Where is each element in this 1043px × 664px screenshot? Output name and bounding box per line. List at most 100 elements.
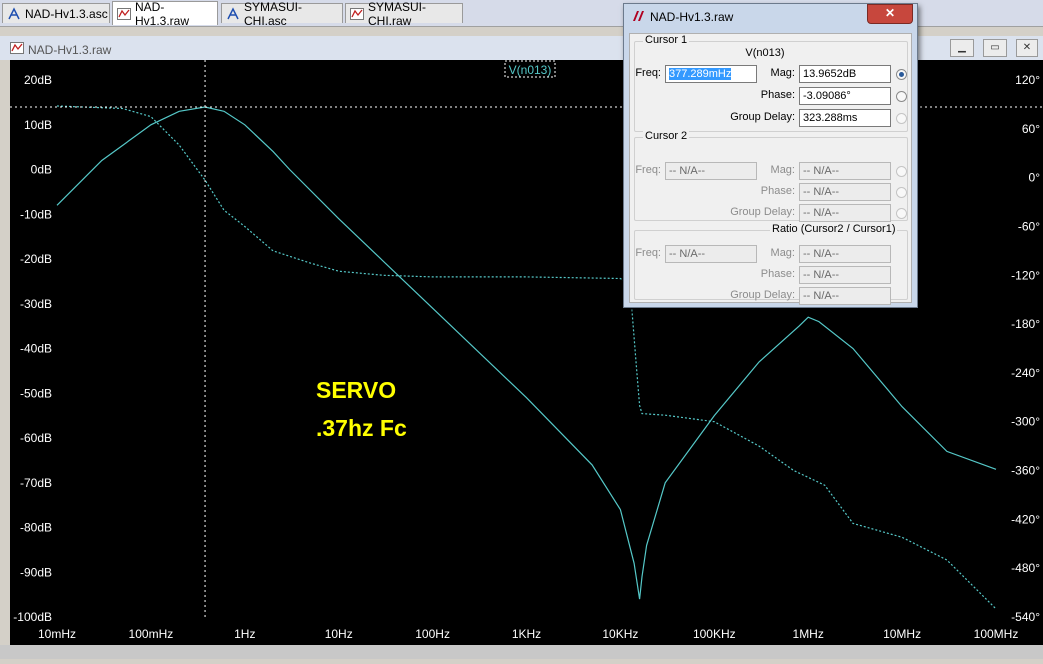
cursor2-freq-field: -- N/A-- [665,162,757,180]
cursor-dialog: NAD-Hv1.3.raw ✕ Cursor 1 V(n013) Freq: 3… [623,3,918,308]
ratio-mag-field: -- N/A-- [799,245,891,263]
window-title-text: NAD-Hv1.3.raw [28,42,112,57]
waveform-icon [117,7,131,21]
y-tick-label-left: -70dB [20,476,52,490]
freq-label: Freq: [635,164,661,176]
y-tick-label-left: -60dB [20,431,52,445]
x-tick-label: 10mHz [38,627,76,641]
ratio-phase-field: -- N/A-- [799,266,891,284]
close-window-button[interactable]: ✕ [1016,39,1038,57]
y-tick-label-right: 60° [1022,122,1040,136]
waveform-icon [350,7,364,21]
cursor2-group: Cursor 2 Freq: -- N/A-- Mag: -- N/A-- Ph… [634,130,908,222]
y-tick-label-right: -240° [1011,366,1040,380]
cursor2-mag-value: -- N/A-- [803,165,840,177]
cursor2-phase-value: -- N/A-- [803,186,840,198]
minimize-icon: ▁ [958,42,966,53]
tab-nad-raw[interactable]: NAD-Hv1.3.raw [112,0,218,28]
restore-button[interactable]: ▭ [983,39,1007,57]
cursor1-phase-radio[interactable] [896,91,907,102]
cursor2-phase-field: -- N/A-- [799,183,891,201]
ratio-group: Ratio (Cursor2 / Cursor1) Freq: -- N/A--… [634,223,908,305]
y-tick-label-right: -420° [1011,512,1040,526]
ratio-phase-value: -- N/A-- [803,269,840,281]
y-tick-label-left: -40dB [20,342,52,356]
cursor1-mag-field[interactable]: 13.9652dB [799,65,891,83]
cursor1-mag-radio[interactable] [896,69,907,80]
trace-label[interactable]: V(n013) [509,63,552,77]
ratio-gd-field: -- N/A-- [799,287,891,305]
cursor2-gd-value: -- N/A-- [803,207,840,219]
close-icon: ✕ [1022,42,1032,53]
cursor1-freq-field[interactable]: 377.289mHz [665,65,757,83]
cursor1-caption: Cursor 1 [643,34,690,46]
mag-label: Mag: [770,247,795,259]
tab-label: NAD-Hv1.3.asc [25,6,108,21]
freq-label: Freq: [635,247,661,259]
mag-label: Mag: [770,164,795,176]
y-tick-label-left: -80dB [20,521,52,535]
group-delay-label: Group Delay: [730,206,795,218]
x-tick-label: 10KHz [602,627,638,641]
y-tick-label-right: -300° [1011,415,1040,429]
annotation-fc: .37hz Fc [316,415,407,441]
y-tick-label-right: -360° [1011,464,1040,478]
cursor2-freq-value: -- N/A-- [669,165,706,177]
freq-label: Freq: [635,67,661,79]
x-tick-label: 1KHz [512,627,541,641]
annotation-servo: SERVO [316,377,396,403]
ratio-freq-field: -- N/A-- [665,245,757,263]
cursor2-mag-radio [896,166,907,177]
y-tick-label-right: 120° [1015,73,1040,87]
cursor2-gd-radio [896,208,907,219]
dialog-body: Cursor 1 V(n013) Freq: 377.289mHz Mag: 1… [629,33,912,305]
y-tick-label-left: 20dB [24,73,52,87]
x-tick-label: 10Hz [325,627,353,641]
y-tick-label-right: -540° [1011,610,1040,624]
cursor1-gd-radio[interactable] [896,113,907,124]
minimize-button[interactable]: ▁ [950,39,974,57]
tab-nad-asc[interactable]: NAD-Hv1.3.asc [2,3,110,23]
phase-label: Phase: [760,89,795,101]
schematic-icon [226,6,240,21]
phase-label: Phase: [760,185,795,197]
cursor2-caption: Cursor 2 [643,130,690,142]
x-tick-label: 1Hz [234,627,255,641]
y-tick-label-left: -50dB [20,386,52,400]
y-tick-label-left: 10dB [24,118,52,132]
x-tick-label: 100mHz [129,627,174,641]
y-tick-label-right: 0° [1029,171,1041,185]
ratio-caption: Ratio (Cursor2 / Cursor1) [770,223,898,235]
cursor2-mag-field: -- N/A-- [799,162,891,180]
mag-label: Mag: [770,67,795,79]
y-tick-label-left: 0dB [31,163,52,177]
x-tick-label: 100MHz [974,627,1019,641]
tab-symasui-asc[interactable]: SYMASUI-CHI.asc [221,0,343,28]
y-tick-label-right: -180° [1011,317,1040,331]
group-delay-label: Group Delay: [730,289,795,301]
y-tick-label-left: -20dB [20,252,52,266]
dialog-titlebar[interactable]: NAD-Hv1.3.raw ✕ [624,4,917,30]
restore-icon: ▭ [990,42,1000,53]
phase-label: Phase: [760,268,795,280]
y-tick-label-left: -90dB [20,565,52,579]
waveform-icon [10,41,24,58]
y-tick-label-left: -30dB [20,297,52,311]
tab-label: SYMASUI-CHI.asc [244,0,303,28]
group-delay-label: Group Delay: [730,111,795,123]
cursor1-gd-field[interactable]: 323.288ms [799,109,891,127]
x-tick-label: 10MHz [883,627,921,641]
cursor1-phase-field[interactable]: -3.09086° [799,87,891,105]
cursor2-gd-field: -- N/A-- [799,204,891,222]
schematic-icon [7,6,21,21]
ratio-gd-value: -- N/A-- [803,290,840,302]
cursor1-freq-value: 377.289mHz [669,68,732,80]
cursor2-phase-radio [896,187,907,198]
close-icon: ✕ [884,6,896,20]
y-tick-label-right: -120° [1011,268,1040,282]
tab-symasui-raw[interactable]: SYMASUI-CHI.raw [345,0,463,28]
dialog-title: NAD-Hv1.3.raw [650,10,734,24]
cursor1-group: Cursor 1 V(n013) Freq: 377.289mHz Mag: 1… [634,34,908,132]
y-tick-label-left: -100dB [13,610,52,624]
dialog-close-button[interactable]: ✕ [867,4,913,24]
